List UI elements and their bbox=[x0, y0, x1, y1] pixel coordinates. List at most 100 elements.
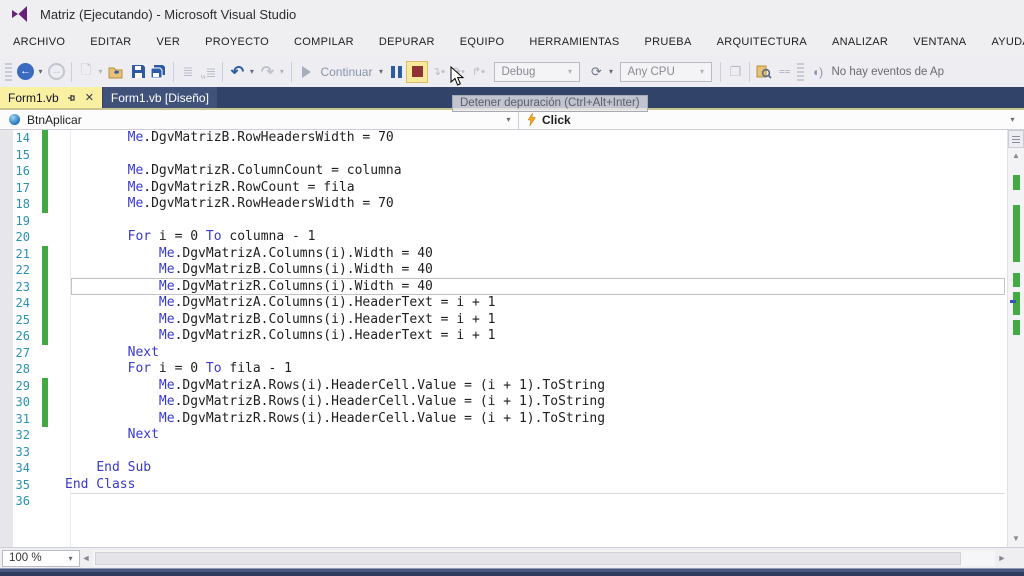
toolbar-grip[interactable] bbox=[5, 63, 12, 81]
outdent-icon[interactable]: ≣ bbox=[178, 60, 198, 84]
menu-item-herramientas[interactable]: HERRAMIENTAS bbox=[529, 36, 619, 48]
continue-dropdown[interactable]: ▾ bbox=[376, 67, 385, 76]
line-number[interactable]: 32 bbox=[0, 428, 42, 442]
line-number[interactable]: 35 bbox=[0, 478, 42, 492]
open-file-icon[interactable] bbox=[106, 60, 128, 84]
code-line[interactable]: 19 bbox=[0, 213, 1007, 230]
menu-item-depurar[interactable]: DEPURAR bbox=[379, 36, 435, 48]
event-combo[interactable]: Click ▾ bbox=[519, 110, 1024, 129]
code-line[interactable]: 26 Me.DgvMatrizR.Columns(i).HeaderText =… bbox=[0, 328, 1007, 345]
navigate-back-button[interactable]: ← bbox=[15, 60, 36, 84]
save-icon[interactable] bbox=[128, 60, 148, 84]
line-number[interactable]: 30 bbox=[0, 395, 42, 409]
line-number[interactable]: 36 bbox=[0, 494, 42, 508]
line-number[interactable]: 17 bbox=[0, 181, 42, 195]
redo-dropdown[interactable]: ▾ bbox=[277, 67, 286, 76]
code-line[interactable]: 32 Next bbox=[0, 427, 1007, 444]
stop-debugging-button[interactable] bbox=[406, 61, 428, 83]
code-line[interactable]: 21 Me.DgvMatrizA.Columns(i).Width = 40 bbox=[0, 246, 1007, 263]
pending-changes-icon[interactable]: ⩵ bbox=[774, 60, 794, 84]
refresh-dropdown[interactable]: ▾ bbox=[606, 67, 615, 76]
find-window-icon[interactable]: ❐ bbox=[725, 60, 745, 84]
code-line[interactable]: 31 Me.DgvMatrizR.Rows(i).HeaderCell.Valu… bbox=[0, 411, 1007, 428]
event-combo-caret[interactable]: ▾ bbox=[1008, 115, 1017, 124]
code-line[interactable]: 30 Me.DgvMatrizB.Rows(i).HeaderCell.Valu… bbox=[0, 394, 1007, 411]
menu-item-arquitectura[interactable]: ARQUITECTURA bbox=[717, 36, 807, 48]
code-line[interactable]: 33 bbox=[0, 444, 1007, 461]
line-number[interactable]: 21 bbox=[0, 247, 42, 261]
navigate-back-dropdown[interactable]: ▾ bbox=[36, 67, 45, 76]
menu-item-ayuda[interactable]: AYUDA bbox=[991, 36, 1024, 48]
line-number[interactable]: 25 bbox=[0, 313, 42, 327]
menu-item-equipo[interactable]: EQUIPO bbox=[460, 36, 505, 48]
new-file-icon[interactable]: 🗋 bbox=[76, 60, 96, 84]
undo-button[interactable]: ↶ bbox=[227, 60, 247, 84]
code-line[interactable]: 28 For i = 0 To fila - 1 bbox=[0, 361, 1007, 378]
horizontal-scrollbar-thumb[interactable] bbox=[95, 552, 961, 565]
zoom-combo-caret[interactable]: ▾ bbox=[66, 554, 75, 563]
undo-dropdown[interactable]: ▾ bbox=[247, 67, 256, 76]
object-combo[interactable]: BtnAplicar ▾ bbox=[0, 110, 519, 129]
line-number[interactable]: 31 bbox=[0, 412, 42, 426]
refresh-button[interactable]: ⟳ bbox=[586, 60, 606, 84]
menu-item-ventana[interactable]: VENTANA bbox=[913, 36, 966, 48]
zoom-combo[interactable]: 100 % ▾ bbox=[2, 550, 80, 567]
pin-icon[interactable] bbox=[67, 93, 77, 103]
line-number[interactable]: 14 bbox=[0, 131, 42, 145]
indent-icon[interactable]: ⹂≣ bbox=[198, 60, 218, 84]
code-line[interactable]: 35End Class bbox=[0, 477, 1007, 494]
code-line[interactable]: 20 For i = 0 To columna - 1 bbox=[0, 229, 1007, 246]
line-number[interactable]: 20 bbox=[0, 230, 42, 244]
code-editor[interactable]: 14 Me.DgvMatrizB.RowHeadersWidth = 70151… bbox=[0, 130, 1007, 547]
line-number[interactable]: 34 bbox=[0, 461, 42, 475]
pause-button[interactable] bbox=[386, 60, 406, 84]
menu-item-analizar[interactable]: ANALIZAR bbox=[832, 36, 888, 48]
continue-play-icon[interactable] bbox=[296, 60, 316, 84]
code-line[interactable]: 34 End Sub bbox=[0, 460, 1007, 477]
step-into-icon[interactable]: ↴• bbox=[428, 60, 448, 84]
tab-form1-vb-dise-o-[interactable]: Form1.vb [Diseño] bbox=[103, 87, 217, 108]
line-number[interactable]: 19 bbox=[0, 214, 42, 228]
menu-item-compilar[interactable]: COMPILAR bbox=[294, 36, 354, 48]
code-line[interactable]: 36 bbox=[0, 493, 1007, 510]
line-number[interactable]: 16 bbox=[0, 164, 42, 178]
line-number[interactable]: 18 bbox=[0, 197, 42, 211]
new-file-dropdown[interactable]: ▾ bbox=[96, 67, 105, 76]
debug-target-combo[interactable]: Debug ▾ bbox=[494, 62, 580, 82]
redo-button[interactable]: ↷ bbox=[257, 60, 277, 84]
menu-item-editar[interactable]: EDITAR bbox=[90, 36, 131, 48]
tab-form1-vb[interactable]: Form1.vb✕ bbox=[0, 87, 102, 108]
code-line[interactable]: 16 Me.DgvMatrizR.ColumnCount = columna bbox=[0, 163, 1007, 180]
code-line[interactable]: 18 Me.DgvMatrizR.RowHeadersWidth = 70 bbox=[0, 196, 1007, 213]
code-line[interactable]: 25 Me.DgvMatrizB.Columns(i).HeaderText =… bbox=[0, 312, 1007, 329]
vertical-scrollbar[interactable]: ▲ ▼ bbox=[1007, 130, 1024, 547]
code-line[interactable]: 15 bbox=[0, 147, 1007, 164]
scrollbar-splitter[interactable] bbox=[1008, 130, 1024, 148]
line-number[interactable]: 33 bbox=[0, 445, 42, 459]
line-number[interactable]: 26 bbox=[0, 329, 42, 343]
close-icon[interactable]: ✕ bbox=[85, 91, 94, 104]
code-line[interactable]: 17 Me.DgvMatrizR.RowCount = fila bbox=[0, 180, 1007, 197]
scroll-right-arrow[interactable]: ► bbox=[996, 553, 1008, 563]
code-line[interactable]: 14 Me.DgvMatrizB.RowHeadersWidth = 70 bbox=[0, 130, 1007, 147]
menu-item-ver[interactable]: VER bbox=[157, 36, 181, 48]
solution-explorer-search-icon[interactable] bbox=[754, 60, 774, 84]
line-number[interactable]: 24 bbox=[0, 296, 42, 310]
scroll-up-arrow[interactable]: ▲ bbox=[1008, 150, 1024, 162]
line-number[interactable]: 15 bbox=[0, 148, 42, 162]
code-line[interactable]: 24 Me.DgvMatrizA.Columns(i).HeaderText =… bbox=[0, 295, 1007, 312]
menu-item-prueba[interactable]: PRUEBA bbox=[645, 36, 692, 48]
line-number[interactable]: 27 bbox=[0, 346, 42, 360]
code-line[interactable]: 22 Me.DgvMatrizB.Columns(i).Width = 40 bbox=[0, 262, 1007, 279]
menu-item-archivo[interactable]: ARCHIVO bbox=[13, 36, 65, 48]
line-number[interactable]: 28 bbox=[0, 362, 42, 376]
save-all-icon[interactable] bbox=[148, 60, 169, 84]
menu-item-proyecto[interactable]: PROYECTO bbox=[205, 36, 269, 48]
scroll-down-arrow[interactable]: ▼ bbox=[1008, 533, 1024, 545]
navigate-forward-button[interactable]: → bbox=[46, 60, 67, 84]
code-line[interactable]: 27 Next bbox=[0, 345, 1007, 362]
step-out-icon[interactable]: ↱• bbox=[468, 60, 488, 84]
continue-button[interactable]: Continuar bbox=[320, 65, 372, 79]
code-line[interactable]: 29 Me.DgvMatrizA.Rows(i).HeaderCell.Valu… bbox=[0, 378, 1007, 395]
platform-combo[interactable]: Any CPU ▾ bbox=[620, 62, 712, 82]
